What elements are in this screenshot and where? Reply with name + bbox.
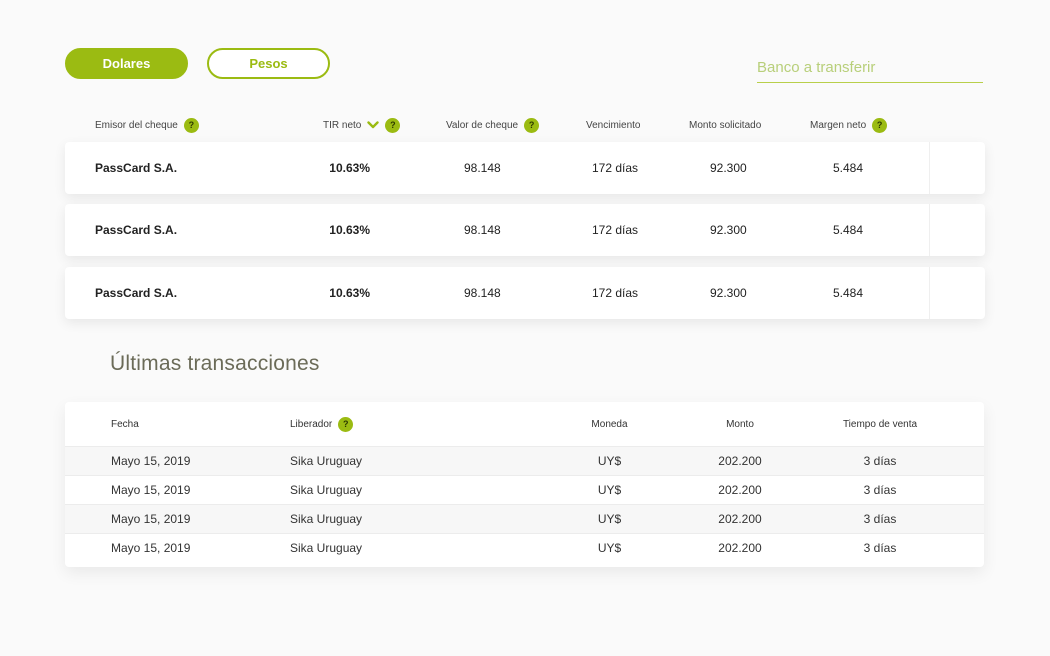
check-tir: 10.63% xyxy=(329,286,370,300)
header-due: Vencimiento xyxy=(586,114,640,136)
check-requested: 92.300 xyxy=(710,161,747,175)
pesos-button[interactable]: Pesos xyxy=(207,48,330,79)
check-value: 98.148 xyxy=(464,223,501,237)
tx-sale-time: 3 días xyxy=(863,483,897,497)
check-row[interactable]: PassCard S.A. 10.63% 98.148 172 días 92.… xyxy=(65,267,985,319)
header-sale-time: Tiempo de venta xyxy=(842,418,918,430)
check-due: 172 días xyxy=(592,223,639,237)
check-issuer: PassCard S.A. xyxy=(95,286,178,300)
table-row: Mayo 15, 2019 Sika Uruguay UY$ 202.200 3… xyxy=(65,533,984,562)
check-requested: 92.300 xyxy=(710,286,747,300)
help-icon[interactable]: ? xyxy=(872,117,888,133)
check-margin: 5.484 xyxy=(833,286,864,300)
check-tir: 10.63% xyxy=(329,161,370,175)
chevron-down-icon[interactable] xyxy=(367,120,380,130)
tx-releaser: Sika Uruguay xyxy=(290,541,363,555)
header-amount: Monto xyxy=(726,418,754,430)
transactions-header: Fecha Liberador ? Moneda Monto Tiempo de… xyxy=(65,402,984,446)
tx-amount: 202.200 xyxy=(718,483,762,497)
check-due: 172 días xyxy=(592,286,639,300)
check-issuer: PassCard S.A. xyxy=(95,161,178,175)
tx-releaser: Sika Uruguay xyxy=(290,454,363,468)
header-issuer: Emisor del cheque ? xyxy=(95,114,199,136)
header-requested: Monto solicitado xyxy=(689,114,761,136)
header-value-label: Valor de cheque xyxy=(446,119,519,131)
row-action-button[interactable] xyxy=(929,204,985,256)
check-requested: 92.300 xyxy=(710,223,747,237)
check-row[interactable]: PassCard S.A. 10.63% 98.148 172 días 92.… xyxy=(65,204,985,256)
header-releaser-label: Liberador xyxy=(290,418,333,430)
tx-releaser: Sika Uruguay xyxy=(290,512,363,526)
table-row: Mayo 15, 2019 Sika Uruguay UY$ 202.200 3… xyxy=(65,446,984,475)
help-icon[interactable]: ? xyxy=(385,117,401,133)
tx-amount: 202.200 xyxy=(718,541,762,555)
dolares-button[interactable]: Dolares xyxy=(65,48,188,79)
check-margin: 5.484 xyxy=(833,161,864,175)
header-value: Valor de cheque ? xyxy=(446,114,540,136)
tx-currency: UY$ xyxy=(597,483,622,497)
tx-currency: UY$ xyxy=(597,512,622,526)
tx-sale-time: 3 días xyxy=(863,541,897,555)
header-margin-label: Margen neto xyxy=(810,119,867,131)
tx-date: Mayo 15, 2019 xyxy=(111,512,191,526)
row-action-button[interactable] xyxy=(929,142,985,194)
header-requested-label: Monto solicitado xyxy=(689,119,762,131)
header-currency: Moneda xyxy=(591,418,628,430)
help-icon[interactable]: ? xyxy=(338,416,354,432)
check-due: 172 días xyxy=(592,161,639,175)
section-title: Últimas transacciones xyxy=(110,352,320,375)
tx-date: Mayo 15, 2019 xyxy=(111,541,191,555)
table-row: Mayo 15, 2019 Sika Uruguay UY$ 202.200 3… xyxy=(65,475,984,504)
check-margin: 5.484 xyxy=(833,223,864,237)
tx-date: Mayo 15, 2019 xyxy=(111,454,191,468)
check-issuer: PassCard S.A. xyxy=(95,223,178,237)
check-value: 98.148 xyxy=(464,161,501,175)
check-tir: 10.63% xyxy=(329,223,370,237)
checks-table-header: Emisor del cheque ? TIR neto ? Valor de … xyxy=(65,114,985,136)
help-icon[interactable]: ? xyxy=(183,117,199,133)
row-action-button[interactable] xyxy=(929,267,985,319)
tx-amount: 202.200 xyxy=(718,454,762,468)
tx-date: Mayo 15, 2019 xyxy=(111,483,191,497)
header-issuer-label: Emisor del cheque xyxy=(95,119,178,131)
header-releaser: Liberador ? xyxy=(290,402,354,446)
header-date: Fecha xyxy=(111,418,139,430)
tx-amount: 202.200 xyxy=(718,512,762,526)
tx-sale-time: 3 días xyxy=(863,454,897,468)
tx-currency: UY$ xyxy=(597,454,622,468)
bank-transfer-input[interactable] xyxy=(757,56,983,83)
header-margin: Margen neto ? xyxy=(810,114,888,136)
check-value: 98.148 xyxy=(464,286,501,300)
header-tir-label: TIR neto xyxy=(323,119,362,131)
header-tir[interactable]: TIR neto ? xyxy=(323,114,401,136)
help-icon[interactable]: ? xyxy=(524,117,540,133)
table-row: Mayo 15, 2019 Sika Uruguay UY$ 202.200 3… xyxy=(65,504,984,533)
transactions-table: Fecha Liberador ? Moneda Monto Tiempo de… xyxy=(65,402,984,567)
header-due-label: Vencimiento xyxy=(586,119,641,131)
tx-currency: UY$ xyxy=(597,541,622,555)
tx-sale-time: 3 días xyxy=(863,512,897,526)
check-row[interactable]: PassCard S.A. 10.63% 98.148 172 días 92.… xyxy=(65,142,985,194)
currency-toggle: Dolares Pesos xyxy=(65,48,330,79)
tx-releaser: Sika Uruguay xyxy=(290,483,363,497)
